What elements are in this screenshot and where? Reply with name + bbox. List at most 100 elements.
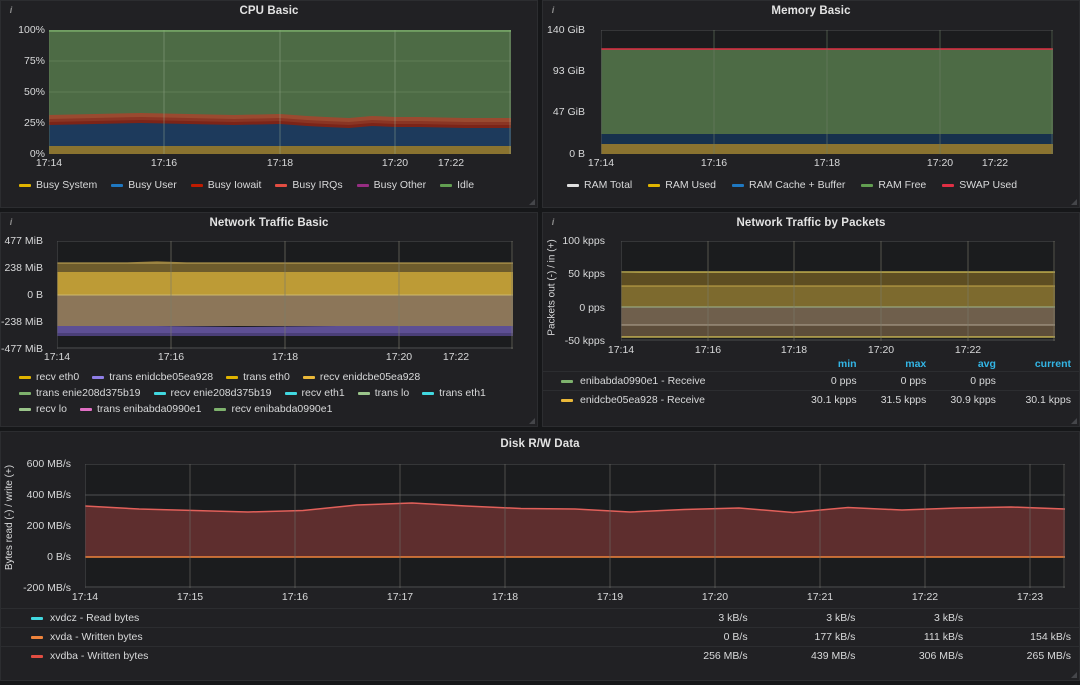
legend-item[interactable]: Busy Iowait (190, 179, 261, 191)
panel-disk-rw-data[interactable]: Disk R/W Data Bytes read (-) / write (+)… (0, 431, 1080, 681)
cell-max: 177 kB/s (755, 627, 864, 647)
legend-header-current[interactable]: current (1004, 357, 1079, 372)
legend-item[interactable]: RAM Total (567, 179, 632, 191)
legend-item[interactable]: RAM Cache + Buffer (732, 179, 845, 191)
legend-series-name-cell[interactable]: xvda - Written bytes (1, 627, 648, 647)
plot-net-basic: 477 MiB 238 MiB 0 B -238 MiB -477 MiB 17… (1, 231, 537, 363)
legend-color-swatch (302, 375, 315, 379)
cell-max: 439 MB/s (755, 646, 864, 665)
legend-color-swatch (19, 183, 31, 187)
plot-cpu: 100% 75% 50% 25% 0% 17:14 17:16 17:18 17… (1, 19, 537, 169)
cell-avg: 306 MB/s (863, 646, 972, 665)
cpu-legend: Busy System Busy User Busy Iowait Busy I… (1, 167, 537, 195)
legend-color-swatch (19, 407, 31, 411)
legend-series-name-cell[interactable]: enibabda0990e1 - Receive (543, 371, 795, 391)
dashboard-row-3: Disk R/W Data Bytes read (-) / write (+)… (0, 431, 1080, 681)
legend-header-name (543, 357, 795, 372)
disk-chart-canvas (85, 464, 1065, 588)
legend-color-swatch (92, 375, 105, 379)
cell-min: 0 pps (794, 371, 865, 391)
info-icon[interactable] (547, 215, 559, 229)
legend-color-swatch (19, 375, 31, 379)
legend-item[interactable]: trans eth0 (226, 371, 290, 383)
cell-avg: 111 kB/s (863, 627, 972, 647)
cell-max: 31.5 kpps (864, 390, 935, 409)
legend-item[interactable]: recv eth0 (19, 371, 79, 383)
panel-network-traffic-basic[interactable]: Network Traffic Basic 477 MiB 238 MiB 0 … (0, 212, 538, 427)
legend-item[interactable]: SWAP Used (942, 179, 1017, 191)
panel-cpu-basic[interactable]: CPU Basic 100% 75% 50% 25% 0% (0, 0, 538, 208)
disk-legend-table: xvdcz - Read bytes 3 kB/s 3 kB/s 3 kB/s (1, 608, 1079, 665)
net-basic-y-axis: 477 MiB 238 MiB 0 B -238 MiB -477 MiB (0, 235, 43, 355)
legend-series-name-cell[interactable]: xvdcz - Read bytes (1, 608, 648, 628)
legend-color-swatch (79, 407, 92, 411)
cell-avg: 3 kB/s (863, 608, 972, 628)
legend-color-swatch (732, 183, 745, 187)
cell-current (1003, 371, 1079, 391)
legend-item[interactable]: trans lo (357, 387, 409, 399)
legend-color-swatch (440, 183, 453, 187)
legend-item[interactable]: trans enibabda0990e1 (79, 403, 201, 415)
panel-memory-basic[interactable]: Memory Basic 140 GiB 93 GiB 47 GiB 0 B (542, 0, 1080, 208)
legend-item[interactable]: trans enie208d375b19 (19, 387, 141, 399)
legend-header-max[interactable]: max (865, 357, 935, 372)
legend-item[interactable]: recv enidcbe05ea928 (302, 371, 420, 383)
legend-series-name-cell[interactable]: xvdba - Written bytes (1, 646, 648, 665)
legend-item[interactable]: recv eth1 (284, 387, 345, 399)
plot-net-packets: Packets out (-) / in (+) 100 kpps 50 kpp… (543, 231, 1079, 357)
info-icon[interactable] (547, 3, 559, 17)
legend-item[interactable]: Busy Other (356, 179, 426, 191)
legend-item[interactable]: Busy IRQs (275, 179, 343, 191)
legend-color-swatch (275, 183, 288, 187)
legend-item[interactable]: RAM Used (648, 179, 716, 191)
panel-resize-handle[interactable] (527, 197, 536, 206)
legend-color-swatch (356, 183, 369, 187)
legend-item[interactable]: trans eth1 (422, 387, 486, 399)
net-packets-legend-table: min max avg current enibabda0990e1 - Rec… (543, 357, 1079, 409)
info-icon[interactable] (5, 215, 17, 229)
info-icon[interactable] (5, 3, 17, 17)
grafana-dashboard: CPU Basic 100% 75% 50% 25% 0% (0, 0, 1080, 685)
legend-color-swatch (284, 391, 297, 395)
legend-color-swatch (190, 183, 203, 187)
panel-title-memory: Memory Basic (771, 5, 851, 17)
legend-color-swatch (153, 391, 166, 395)
legend-item[interactable]: recv lo (19, 403, 67, 415)
panel-network-traffic-packets[interactable]: Network Traffic by Packets Packets out (… (542, 212, 1080, 427)
cell-min: 0 B/s (647, 627, 756, 647)
legend-item[interactable]: recv enibabda0990e1 (214, 403, 332, 415)
memory-chart-canvas (601, 30, 1053, 154)
legend-color-swatch (567, 183, 579, 187)
table-row[interactable]: xvdba - Written bytes 256 MB/s 439 MB/s … (1, 646, 1079, 665)
legend-item[interactable]: RAM Free (861, 179, 926, 191)
legend-item[interactable]: Idle (440, 179, 474, 191)
disk-y-axis: 600 MB/s 400 MB/s 200 MB/s 0 B/s -200 MB… (23, 458, 71, 594)
panel-resize-handle[interactable] (527, 416, 536, 425)
cell-current (971, 608, 1079, 628)
legend-color-swatch (648, 183, 661, 187)
legend-header-avg[interactable]: avg (934, 357, 1004, 372)
panel-title-net-packets: Network Traffic by Packets (736, 217, 886, 229)
legend-header-min[interactable]: min (795, 357, 865, 372)
net-packets-chart-canvas (621, 241, 1055, 341)
cpu-chart-canvas (49, 30, 511, 154)
legend-item[interactable]: trans enidcbe05ea928 (92, 371, 213, 383)
legend-series-name-cell[interactable]: enidcbe05ea928 - Receive (543, 390, 795, 409)
net-basic-chart-canvas (57, 241, 513, 349)
legend-item[interactable]: Busy User (111, 179, 177, 191)
panel-resize-handle[interactable] (1069, 670, 1078, 679)
table-row[interactable]: enibabda0990e1 - Receive 0 pps 0 pps 0 p… (543, 371, 1079, 391)
panel-resize-handle[interactable] (1069, 197, 1078, 206)
legend-item[interactable]: recv enie208d375b19 (153, 387, 272, 399)
panel-resize-handle[interactable] (1069, 416, 1078, 425)
table-row[interactable]: xvda - Written bytes 0 B/s 177 kB/s 111 … (1, 627, 1079, 647)
table-row[interactable]: xvdcz - Read bytes 3 kB/s 3 kB/s 3 kB/s (1, 608, 1079, 628)
cell-current: 265 MB/s (971, 646, 1079, 665)
cell-avg: 30.9 kpps (934, 390, 1004, 409)
legend-color-swatch (861, 183, 874, 187)
legend-color-swatch (422, 391, 435, 395)
legend-item[interactable]: Busy System (19, 179, 97, 191)
legend-color-swatch (561, 398, 573, 402)
table-row[interactable]: enidcbe05ea928 - Receive 30.1 kpps 31.5 … (543, 390, 1079, 409)
legend-color-swatch (31, 654, 43, 658)
